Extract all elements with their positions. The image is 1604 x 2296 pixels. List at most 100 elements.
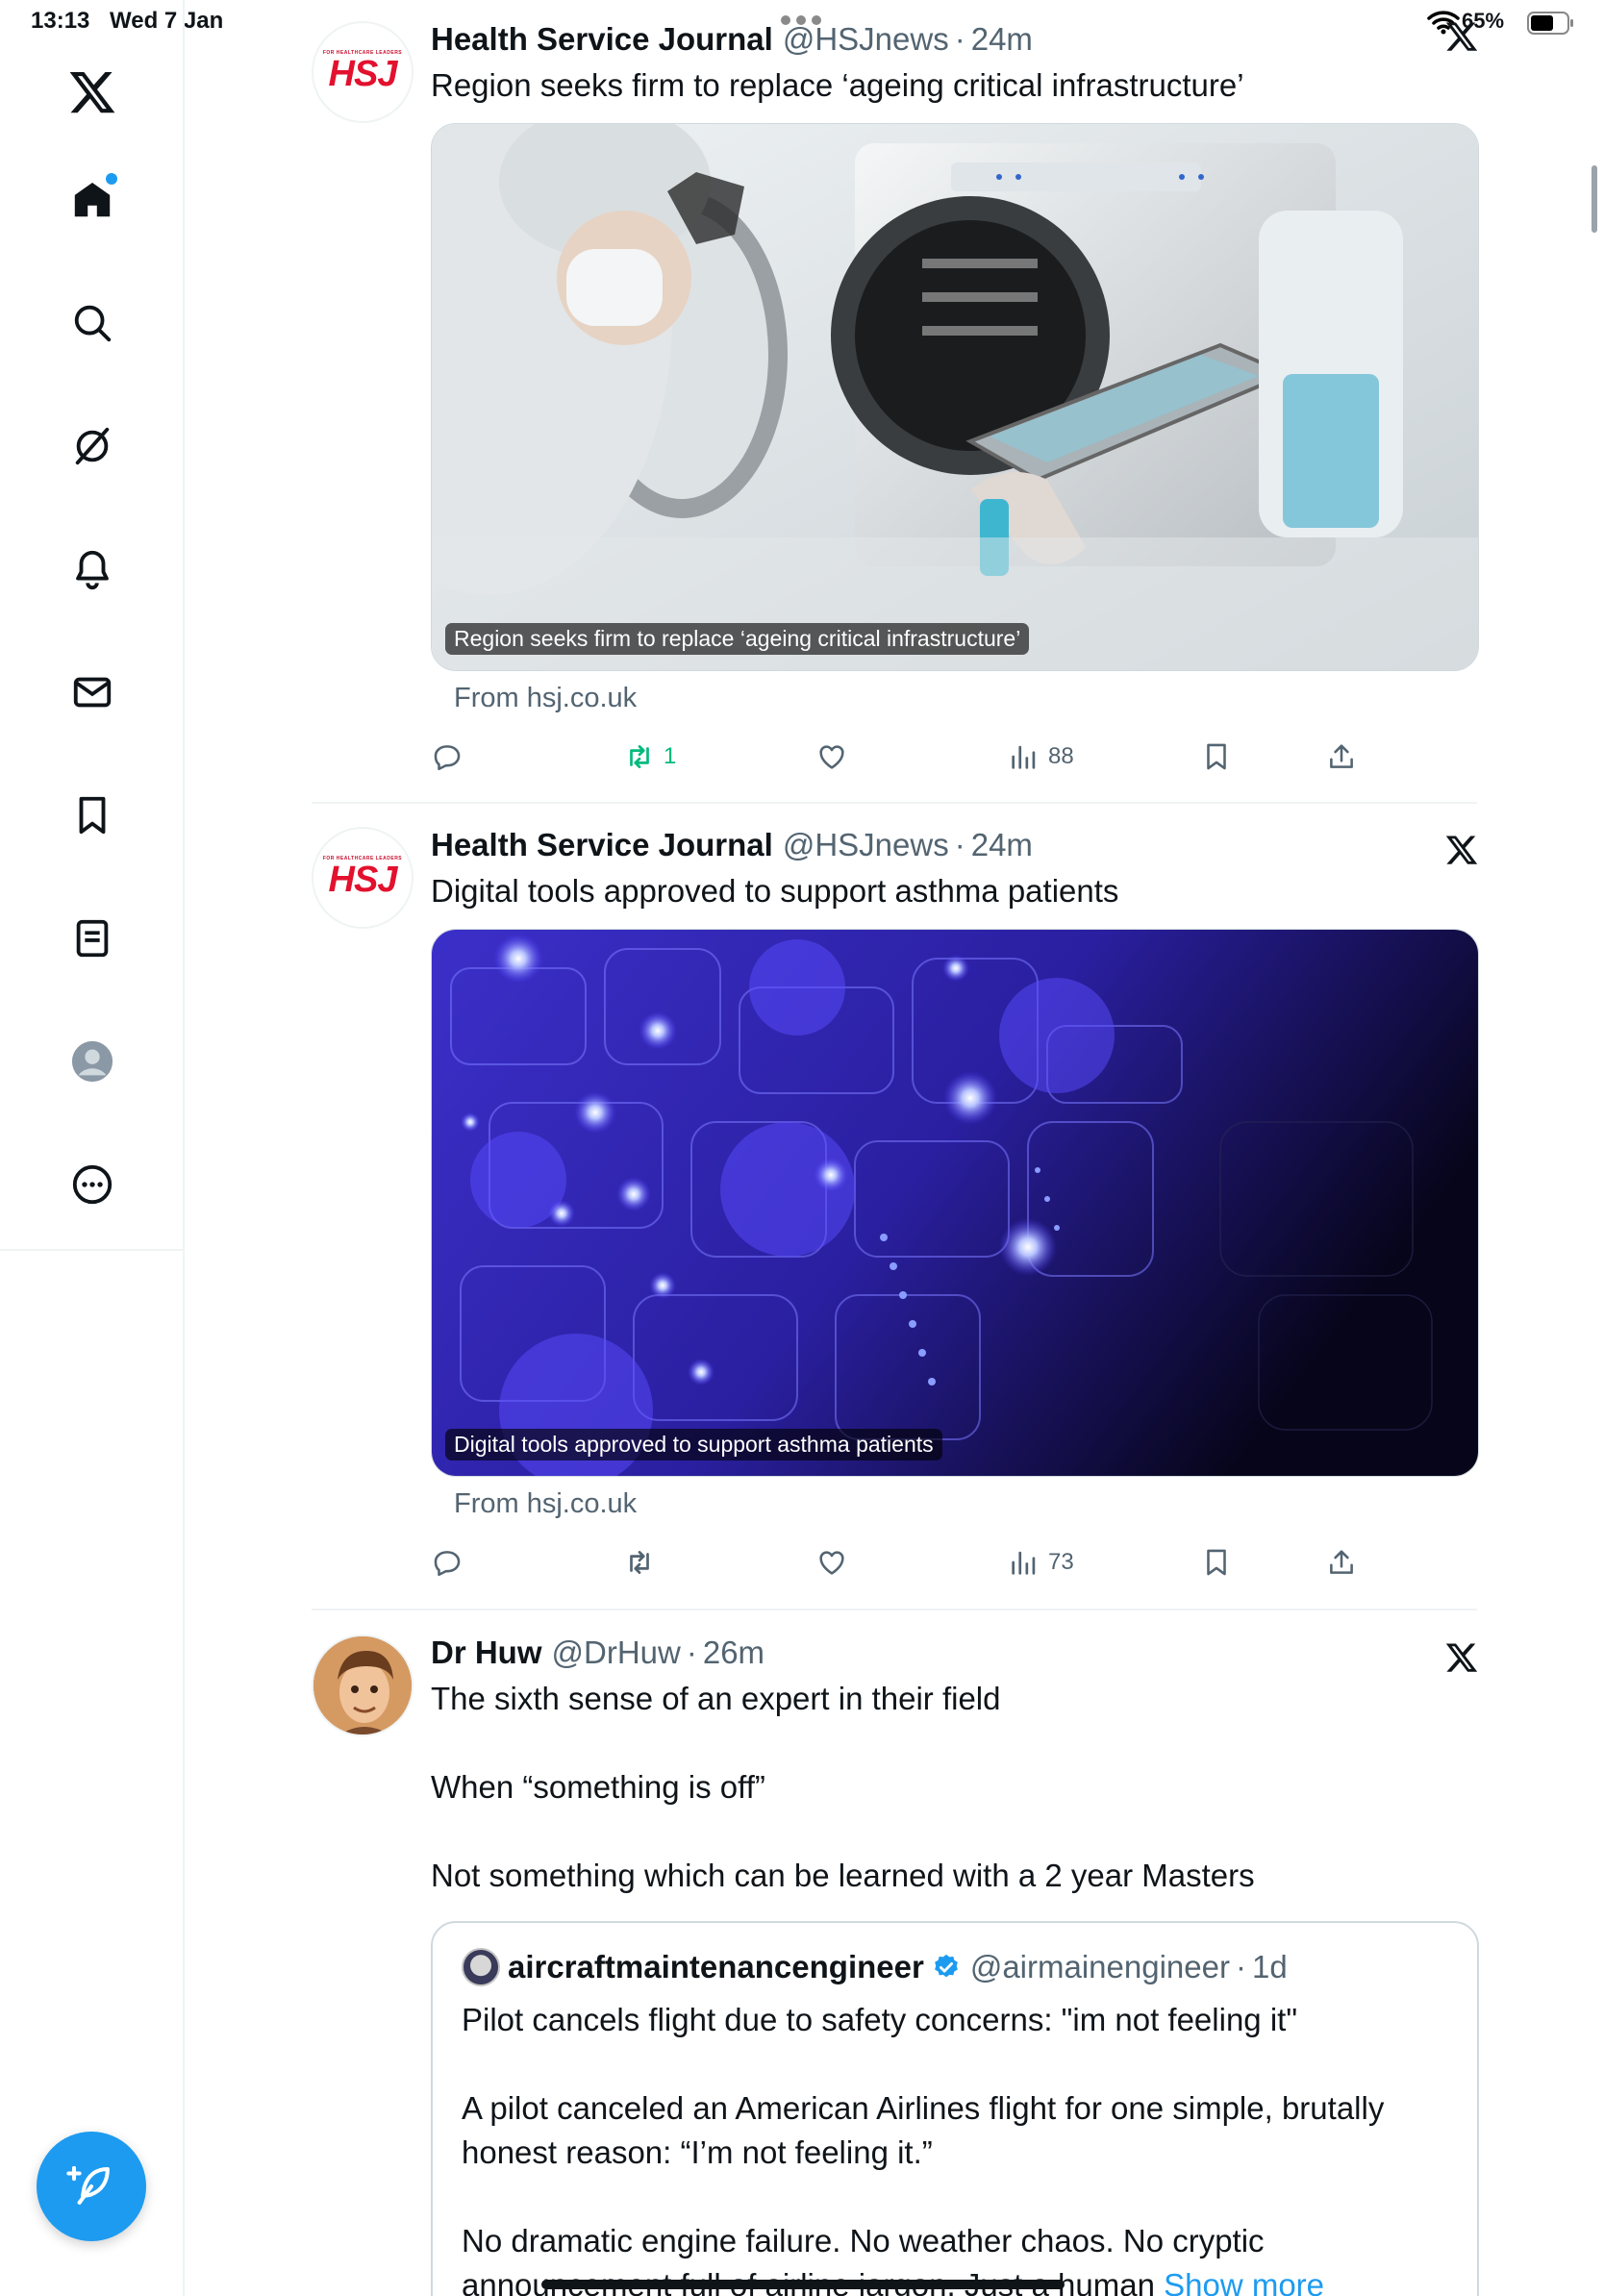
like-button[interactable] xyxy=(815,740,848,773)
post-divider xyxy=(312,1609,1477,1610)
separator-dot: · xyxy=(686,1635,697,1670)
share-icon xyxy=(1330,1550,1353,1574)
feather-plus-icon xyxy=(66,2165,110,2205)
x-logo-icon[interactable] xyxy=(1444,19,1479,54)
quoted-author-avatar[interactable] xyxy=(462,1948,500,1986)
search-icon xyxy=(74,305,112,342)
separator-dot: · xyxy=(1235,1949,1246,1984)
sidebar-item-more[interactable] xyxy=(54,1146,131,1223)
views-count: 88 xyxy=(1048,743,1074,769)
repost-icon xyxy=(630,745,649,768)
verified-badge-icon xyxy=(934,1954,958,1978)
post-actions: 73 xyxy=(431,1536,1479,1594)
sidebar-item-lists[interactable] xyxy=(54,900,131,977)
post-time[interactable]: 24m xyxy=(971,21,1033,58)
author-handle[interactable]: @HSJnews xyxy=(783,21,949,58)
post-text: Region seeks firm to replace ‘ageing cri… xyxy=(431,67,1244,103)
reply-icon xyxy=(434,1551,461,1577)
envelope-icon xyxy=(73,677,112,708)
views-chart-icon xyxy=(1012,745,1036,769)
post-time[interactable]: 24m xyxy=(971,827,1033,863)
views-button[interactable]: 88 xyxy=(1008,740,1074,773)
reply-button[interactable] xyxy=(431,740,464,773)
bell-icon xyxy=(76,550,109,590)
separator-dot: · xyxy=(954,21,965,57)
scrollbar-thumb[interactable] xyxy=(1591,165,1597,233)
author-handle[interactable]: @DrHuw xyxy=(552,1635,681,1671)
sidebar-item-messages[interactable] xyxy=(54,654,131,731)
hsj-logo: HSJ xyxy=(328,859,398,900)
x-logo-icon[interactable] xyxy=(1444,1640,1479,1675)
post-text: Digital tools approved to support asthma… xyxy=(431,873,1119,909)
quoted-post[interactable]: aircraftmaintenancengineer @airmainengin… xyxy=(431,1921,1479,2296)
author-name[interactable]: Dr Huw xyxy=(431,1635,542,1671)
sidebar-item-grok[interactable] xyxy=(54,408,131,485)
show-more-link[interactable]: Show more xyxy=(1164,2267,1324,2296)
bookmark-icon xyxy=(79,796,106,835)
x-logo-icon[interactable] xyxy=(1444,833,1479,867)
post-text-line: Not something which can be learned with … xyxy=(431,1858,1255,1893)
sidebar-item-explore[interactable] xyxy=(54,285,131,362)
author-name[interactable]: Health Service Journal xyxy=(431,21,773,58)
x-logo-icon[interactable] xyxy=(54,54,131,131)
source-link[interactable]: From hsj.co.uk xyxy=(454,683,1479,723)
sidebar-item-notifications[interactable] xyxy=(54,531,131,608)
more-circle-icon xyxy=(72,1164,113,1205)
sidebar-item-home[interactable] xyxy=(54,162,131,238)
cartoon-avatar-image xyxy=(313,1636,412,1734)
link-card-image[interactable]: Region seeks firm to replace ‘ageing cri… xyxy=(431,123,1479,671)
profile-avatar-icon xyxy=(71,1040,113,1083)
source-link[interactable]: From hsj.co.uk xyxy=(454,1488,1479,1529)
link-card-image[interactable]: Digital tools approved to support asthma… xyxy=(431,929,1479,1477)
autoclave-photo xyxy=(432,124,1478,670)
views-chart-icon xyxy=(1012,1551,1036,1575)
quoted-text: A pilot canceled an American Airlines fl… xyxy=(462,2090,1385,2170)
compose-post-button[interactable] xyxy=(37,2132,146,2241)
heart-icon xyxy=(819,745,844,769)
sidebar-item-bookmarks[interactable] xyxy=(54,777,131,854)
bookmark-button[interactable] xyxy=(1200,740,1233,773)
sidebar-divider xyxy=(0,1249,185,1251)
repost-button[interactable] xyxy=(623,1546,664,1579)
share-button[interactable] xyxy=(1325,740,1358,773)
home-icon xyxy=(74,182,111,217)
digital-circuit-image xyxy=(432,930,1478,1476)
post-divider xyxy=(312,802,1477,804)
author-handle[interactable]: @HSJnews xyxy=(783,827,949,863)
separator-dot: · xyxy=(954,827,965,862)
post-text-line: When “something is off” xyxy=(431,1769,765,1805)
heart-icon xyxy=(819,1551,844,1575)
reply-button[interactable] xyxy=(431,1546,464,1579)
views-count: 73 xyxy=(1048,1549,1074,1575)
timeline-feed: FOR HEALTHCARE LEADERS HSJ Health Servic… xyxy=(187,0,1597,2296)
like-button[interactable] xyxy=(815,1546,848,1579)
author-avatar[interactable] xyxy=(312,1635,414,1736)
notification-dot xyxy=(106,173,117,185)
media-caption: Digital tools approved to support asthma… xyxy=(445,1429,942,1460)
author-avatar[interactable]: FOR HEALTHCARE LEADERS HSJ xyxy=(312,827,414,929)
quoted-post-time[interactable]: 1d xyxy=(1252,1949,1288,1985)
quoted-author-name[interactable]: aircraftmaintenancengineer xyxy=(508,1949,924,1985)
author-name[interactable]: Health Service Journal xyxy=(431,827,773,863)
bookmark-icon xyxy=(1207,743,1226,770)
author-avatar[interactable]: FOR HEALTHCARE LEADERS HSJ xyxy=(312,21,414,123)
reply-icon xyxy=(434,745,461,771)
views-button[interactable]: 73 xyxy=(1008,1546,1074,1579)
sidebar-item-profile[interactable] xyxy=(54,1023,131,1100)
repost-count: 1 xyxy=(664,743,677,769)
media-caption: Region seeks firm to replace ‘ageing cri… xyxy=(445,623,1030,655)
home-indicator[interactable] xyxy=(541,2280,1065,2289)
post-time[interactable]: 26m xyxy=(703,1635,764,1671)
bookmark-button[interactable] xyxy=(1200,1546,1233,1579)
grok-icon xyxy=(75,427,110,465)
quoted-author-handle[interactable]: @airmainengineer xyxy=(970,1949,1230,1985)
repost-button[interactable]: 1 xyxy=(623,740,676,773)
repost-icon xyxy=(630,1551,649,1574)
bookmark-icon xyxy=(1207,1549,1226,1576)
quoted-text: Pilot cancels flight due to safety conce… xyxy=(462,2002,1298,2037)
post-text-line: The sixth sense of an expert in their fi… xyxy=(431,1681,1001,1716)
sidebar xyxy=(0,0,185,2296)
battery-icon xyxy=(1527,12,1573,35)
post-actions: 1 88 xyxy=(431,731,1479,788)
share-button[interactable] xyxy=(1325,1546,1358,1579)
